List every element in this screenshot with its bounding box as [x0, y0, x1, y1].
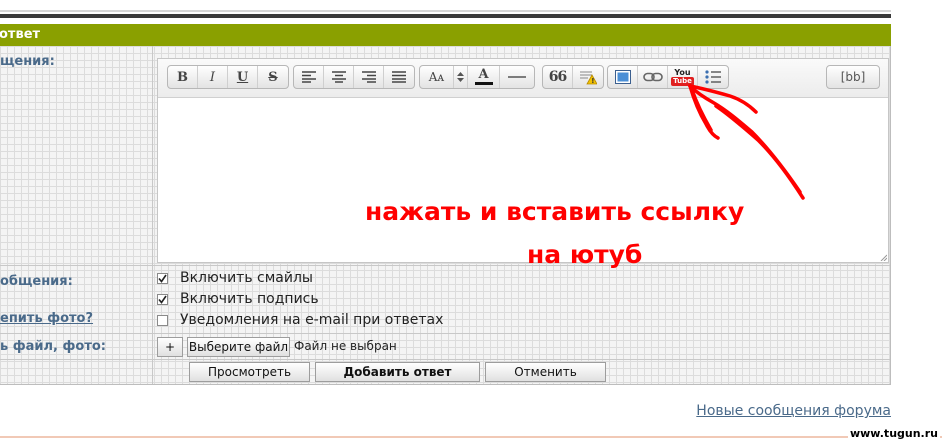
bbcode-mode-button[interactable]: [bb] [826, 65, 880, 89]
message-label: щения: [0, 54, 55, 69]
email-notify-label: Уведомления на e-mail при ответах [180, 312, 444, 328]
youtube-logo-bottom: Tube [671, 77, 694, 86]
quote-button[interactable]: 66 [543, 66, 573, 88]
selected-file-name: Файл не выбран [294, 339, 397, 353]
signature-label: Включить подпись [180, 291, 319, 307]
new-forum-messages-link[interactable]: Новые сообщения форума [696, 403, 891, 419]
image-button[interactable] [608, 66, 638, 88]
spoiler-button[interactable]: ! [573, 66, 603, 88]
youtube-button[interactable]: You Tube [668, 66, 698, 88]
message-editor: B I U S Aᴀ A 66 ! You Tube [bb] [157, 58, 889, 263]
align-group [293, 65, 415, 89]
smilies-checkbox[interactable] [157, 272, 168, 284]
smilies-label: Включить смайлы [180, 270, 313, 286]
svg-text:!: ! [591, 77, 594, 85]
insert-group: 66 ! [542, 65, 604, 89]
email-notify-checkbox[interactable] [157, 314, 168, 326]
align-center-icon [331, 71, 346, 83]
format-group: B I U S [167, 65, 289, 89]
up-down-arrow-icon [457, 72, 464, 82]
font-size-arrow[interactable] [454, 66, 468, 88]
align-left-icon [301, 71, 316, 83]
align-right-button[interactable] [354, 66, 384, 88]
option-email-notify[interactable]: Уведомления на e-mail при ответах [157, 311, 443, 329]
top-divider-light [0, 10, 891, 12]
add-attachment-button[interactable]: + [157, 337, 183, 357]
option-smilies[interactable]: Включить смайлы [157, 269, 313, 287]
font-color-letter: A [478, 67, 489, 82]
reply-header-title: ответ [0, 27, 41, 42]
horizontal-rule-button[interactable] [500, 66, 534, 88]
editor-toolbar: B I U S Aᴀ A 66 ! You Tube [bb] [158, 59, 888, 98]
cancel-button[interactable]: Отменить [485, 362, 606, 382]
justify-button[interactable] [384, 66, 414, 88]
site-watermark: www.tugun.ru [847, 427, 940, 440]
check-icon [158, 295, 167, 304]
resize-grip-icon[interactable] [879, 253, 887, 261]
check-icon [158, 274, 167, 283]
footer-divider [0, 436, 942, 438]
message-textarea[interactable] [158, 98, 888, 262]
strikethrough-button[interactable]: S [258, 66, 288, 88]
preview-button[interactable]: Просмотреть [189, 362, 310, 382]
youtube-logo-top: You [674, 68, 691, 77]
underline-button[interactable]: U [228, 66, 258, 88]
horizontal-rule-icon [508, 76, 526, 78]
italic-button[interactable]: I [198, 66, 228, 88]
align-right-icon [361, 71, 376, 83]
annotation-line-2: на ютуб [527, 240, 643, 269]
attach-photo-link[interactable]: епить фото? [0, 311, 93, 326]
row-divider [0, 359, 890, 360]
row-divider [0, 333, 890, 334]
align-left-button[interactable] [294, 66, 324, 88]
font-color-button[interactable]: A [468, 66, 500, 88]
image-icon [614, 70, 631, 84]
option-signature[interactable]: Включить подпись [157, 290, 319, 308]
align-center-button[interactable] [324, 66, 354, 88]
signature-checkbox[interactable] [157, 293, 168, 305]
options-label: общения: [0, 274, 73, 289]
font-size-button[interactable]: Aᴀ [420, 66, 454, 88]
chain-link-icon [642, 72, 663, 82]
warning-note-icon: ! [580, 71, 597, 85]
row-divider [0, 265, 890, 266]
bold-button[interactable]: B [168, 66, 198, 88]
top-divider-dark [0, 14, 891, 18]
bulleted-list-icon [705, 70, 721, 84]
font-color-swatch [474, 82, 493, 85]
media-group: You Tube [607, 65, 729, 89]
justify-icon [392, 71, 406, 83]
choose-file-button[interactable]: Выберите файл [187, 337, 290, 357]
list-button[interactable] [698, 66, 728, 88]
annotation-line-1: нажать и вставить ссылку [365, 197, 745, 226]
font-group: Aᴀ A [419, 65, 535, 89]
reply-header: ответ [0, 24, 891, 46]
attach-file-label: ь файл, фото: [0, 339, 107, 354]
link-button[interactable] [638, 66, 668, 88]
submit-reply-button[interactable]: Добавить ответ [315, 362, 480, 382]
